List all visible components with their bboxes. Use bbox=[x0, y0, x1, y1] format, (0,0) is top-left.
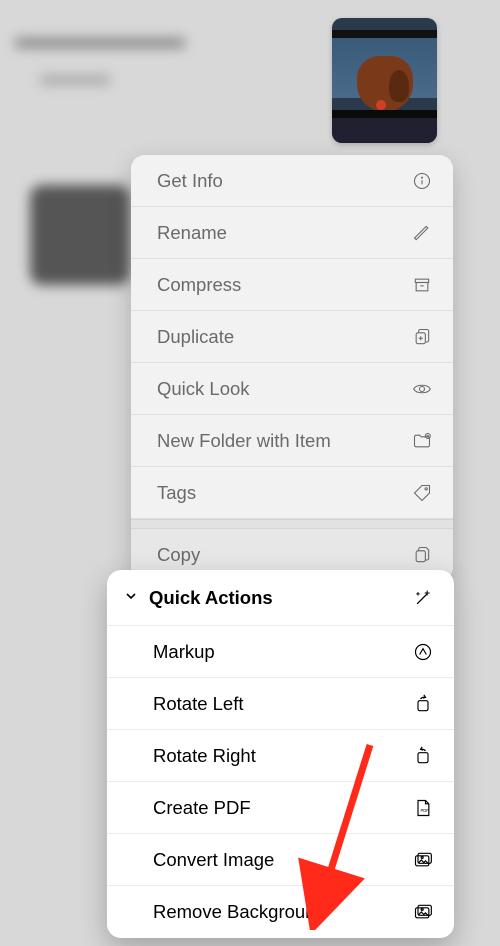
menu-item-label: New Folder with Item bbox=[157, 430, 331, 452]
quick-action-label: Remove Background bbox=[153, 901, 326, 923]
pencil-icon bbox=[411, 222, 433, 244]
menu-separator bbox=[131, 519, 453, 529]
menu-item-new-folder-with-item[interactable]: New Folder with Item bbox=[131, 415, 453, 467]
context-menu: Get Info Rename Compress Duplicate Quick… bbox=[131, 155, 453, 581]
menu-item-label: Rename bbox=[157, 222, 227, 244]
quick-actions-header[interactable]: Quick Actions bbox=[107, 570, 454, 626]
menu-item-label: Quick Look bbox=[157, 378, 250, 400]
quick-action-rotate-right[interactable]: Rotate Right bbox=[107, 730, 454, 782]
quick-action-markup[interactable]: Markup bbox=[107, 626, 454, 678]
quick-action-rotate-left[interactable]: Rotate Left bbox=[107, 678, 454, 730]
info-icon bbox=[411, 170, 433, 192]
quick-action-remove-background[interactable]: Remove Background bbox=[107, 886, 454, 938]
menu-item-label: Get Info bbox=[157, 170, 223, 192]
eye-icon bbox=[411, 378, 433, 400]
chevron-down-icon bbox=[123, 588, 139, 607]
quick-action-label: Rotate Left bbox=[153, 693, 244, 715]
archivebox-icon bbox=[411, 274, 433, 296]
sparkles-icon bbox=[412, 587, 434, 609]
quick-action-create-pdf[interactable]: Create PDF PDF bbox=[107, 782, 454, 834]
selected-file-thumbnail[interactable] bbox=[332, 18, 437, 143]
menu-item-get-info[interactable]: Get Info bbox=[131, 155, 453, 207]
copy-icon bbox=[411, 544, 433, 566]
duplicate-icon bbox=[411, 326, 433, 348]
pdf-icon: PDF bbox=[412, 797, 434, 819]
quick-action-label: Rotate Right bbox=[153, 745, 256, 767]
menu-item-quick-look[interactable]: Quick Look bbox=[131, 363, 453, 415]
menu-item-rename[interactable]: Rename bbox=[131, 207, 453, 259]
quick-action-label: Markup bbox=[153, 641, 215, 663]
menu-item-label: Duplicate bbox=[157, 326, 234, 348]
markup-icon bbox=[412, 641, 434, 663]
menu-item-label: Copy bbox=[157, 544, 200, 566]
gallery-icon bbox=[412, 849, 434, 871]
menu-item-label: Tags bbox=[157, 482, 196, 504]
quick-action-convert-image[interactable]: Convert Image bbox=[107, 834, 454, 886]
menu-item-tags[interactable]: Tags bbox=[131, 467, 453, 519]
quick-actions-title: Quick Actions bbox=[149, 587, 273, 609]
quick-action-label: Convert Image bbox=[153, 849, 274, 871]
svg-text:PDF: PDF bbox=[421, 808, 430, 813]
tag-icon bbox=[411, 482, 433, 504]
rotate-left-icon bbox=[412, 693, 434, 715]
folder-plus-icon bbox=[411, 430, 433, 452]
menu-item-label: Compress bbox=[157, 274, 241, 296]
quick-action-label: Create PDF bbox=[153, 797, 251, 819]
rotate-right-icon bbox=[412, 745, 434, 767]
menu-item-duplicate[interactable]: Duplicate bbox=[131, 311, 453, 363]
menu-item-compress[interactable]: Compress bbox=[131, 259, 453, 311]
quick-actions-menu: Quick Actions Markup Rotate Left Rotate … bbox=[107, 570, 454, 938]
gallery-icon bbox=[412, 901, 434, 923]
